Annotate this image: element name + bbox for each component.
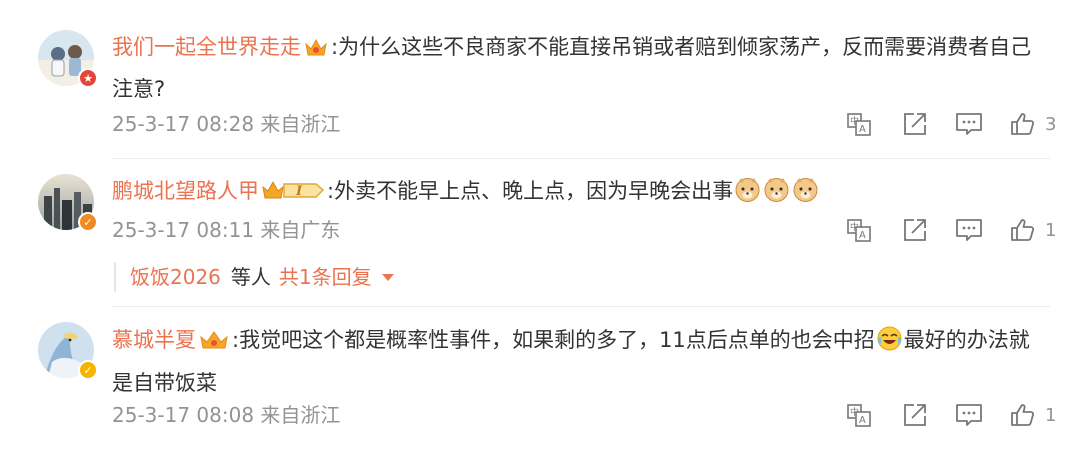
share-button[interactable] xyxy=(902,110,928,138)
comment-actions: 中A 3 xyxy=(0,110,1080,138)
reply-etc: 等人 xyxy=(230,265,271,289)
svg-text:A: A xyxy=(859,124,866,135)
comment-content: :外卖不能早上点、晚上点，因为早晚会出事 xyxy=(327,179,734,203)
crown-icon xyxy=(304,32,328,70)
comment-button[interactable] xyxy=(955,216,983,244)
avatar[interactable]: ✓ xyxy=(38,322,98,380)
chevron-down-icon xyxy=(381,274,394,281)
translate-icon: 中A xyxy=(847,219,871,242)
thumbs-up-icon xyxy=(1011,404,1035,426)
comment-actions: 中A 1 xyxy=(0,216,1080,244)
svg-text:A: A xyxy=(859,230,866,241)
reply-author[interactable]: 饭饭2026 xyxy=(130,265,221,289)
like-count: 1 xyxy=(1045,219,1057,241)
comment-text: 我们一起全世界走走:为什么这些不良商家不能直接吊销或者赔到倾家荡产，反而需要消费… xyxy=(112,28,1050,108)
author-name[interactable]: 慕城半夏 xyxy=(112,328,196,352)
crown-icon xyxy=(199,325,229,363)
translate-button[interactable]: 中A xyxy=(846,110,872,138)
translate-icon: 中A xyxy=(847,404,871,427)
doge-emoji-icon xyxy=(792,176,819,215)
like-count: 3 xyxy=(1045,113,1057,135)
reply-summary[interactable]: 饭饭2026 等人 共1条回复 xyxy=(114,262,394,292)
avatar[interactable]: ★ xyxy=(38,30,98,88)
svg-text:I: I xyxy=(295,184,303,199)
author-name[interactable]: 我们一起全世界走走 xyxy=(112,35,301,59)
divider xyxy=(112,306,1050,307)
crying-laughing-emoji-icon xyxy=(876,325,903,364)
comment-icon xyxy=(956,404,982,426)
translate-icon: 中A xyxy=(847,113,871,136)
like-button[interactable]: 3 xyxy=(1009,110,1056,138)
member-level-badge: I xyxy=(262,176,325,214)
share-button[interactable] xyxy=(902,401,928,429)
share-button[interactable] xyxy=(902,216,928,244)
thumbs-up-icon xyxy=(1011,113,1035,135)
comment-button[interactable] xyxy=(955,110,983,138)
share-icon xyxy=(904,113,926,135)
like-button[interactable]: 1 xyxy=(1009,216,1056,244)
translate-button[interactable]: 中A xyxy=(846,216,872,244)
doge-emoji-icon xyxy=(763,176,790,215)
like-count: 1 xyxy=(1045,404,1057,426)
like-button[interactable]: 1 xyxy=(1009,401,1056,429)
comment-text: 鹏城北望路人甲 I :外卖不能早上点、晚上点，因为早晚会出事 xyxy=(112,172,1050,215)
comment-content: :我觉吧这个都是概率性事件，如果剩的多了，11点后点单的也会中招 xyxy=(232,328,875,352)
divider xyxy=(112,158,1050,159)
comment-icon xyxy=(956,113,982,135)
comment-text: 慕城半夏:我觉吧这个都是概率性事件，如果剩的多了，11点后点单的也会中招 最好的办… xyxy=(112,321,1050,402)
translate-button[interactable]: 中A xyxy=(846,401,872,429)
comment-icon xyxy=(956,219,982,241)
verified-badge-icon: ✓ xyxy=(78,360,98,380)
share-icon xyxy=(904,219,926,241)
share-icon xyxy=(904,404,926,426)
thumbs-up-icon xyxy=(1011,219,1035,241)
svg-text:A: A xyxy=(859,415,866,426)
comment-actions: 中A 1 xyxy=(0,401,1080,429)
author-name[interactable]: 鹏城北望路人甲 xyxy=(112,179,259,203)
doge-emoji-icon xyxy=(734,176,761,215)
comment-button[interactable] xyxy=(955,401,983,429)
reply-count-link[interactable]: 共1条回复 xyxy=(279,265,372,289)
verified-badge-icon: ★ xyxy=(78,68,98,88)
